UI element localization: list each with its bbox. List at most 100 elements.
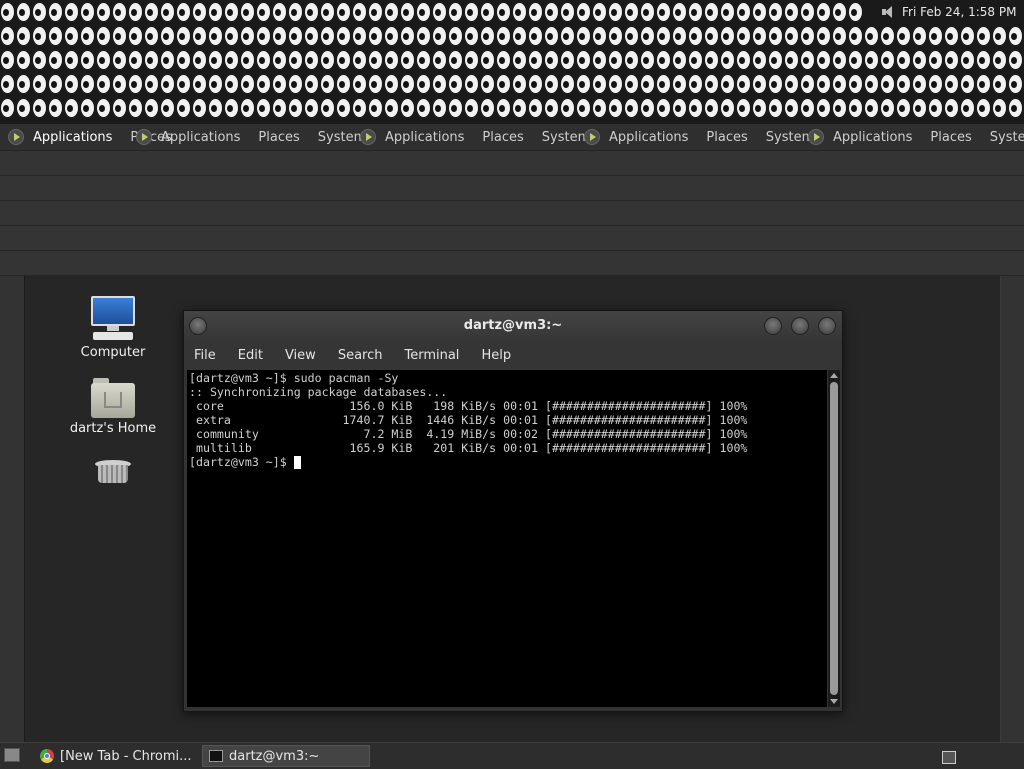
- eye-icon: [17, 51, 30, 69]
- eye-icon: [97, 3, 110, 21]
- eye-icon: [385, 27, 398, 45]
- eye-icon: [737, 3, 750, 21]
- scroll-down-arrow-icon[interactable]: [830, 699, 838, 704]
- menu-places[interactable]: Places: [258, 130, 299, 145]
- menu-applications[interactable]: Applications: [609, 130, 688, 145]
- eye-icon: [209, 75, 222, 93]
- menu-view[interactable]: View: [285, 348, 316, 363]
- close-button[interactable]: [818, 317, 836, 335]
- eye-icon: [945, 99, 958, 117]
- eye-icon: [417, 51, 430, 69]
- menubar-row: Applications Places Applications Places …: [0, 124, 1024, 151]
- menu-system[interactable]: System: [766, 130, 814, 145]
- window-menu-button[interactable]: [189, 317, 207, 335]
- scroll-up-arrow-icon[interactable]: [830, 373, 838, 378]
- eye-icon: [161, 75, 174, 93]
- eye-icon: [33, 75, 46, 93]
- eye-icon: [33, 3, 46, 21]
- eye-icon: [673, 51, 686, 69]
- eye-icon: [833, 51, 846, 69]
- eye-icon: [225, 75, 238, 93]
- eye-icon: [1009, 27, 1022, 45]
- eye-icon: [705, 3, 718, 21]
- eye-icon: [49, 51, 62, 69]
- taskbar-item-label: dartz@vm3:~: [229, 748, 320, 764]
- eye-icon: [961, 51, 974, 69]
- minimize-button[interactable]: [764, 317, 782, 335]
- scrollbar-thumb[interactable]: [830, 382, 838, 695]
- eye-icon: [689, 75, 702, 93]
- terminal-output[interactable]: [dartz@vm3 ~]$ sudo pacman -Sy :: Synchr…: [187, 370, 827, 707]
- taskbar-item-terminal[interactable]: dartz@vm3:~: [202, 745, 370, 767]
- menu-edit[interactable]: Edit: [238, 348, 263, 363]
- clock-tray: Fri Feb 24, 1:58 PM: [874, 0, 1024, 24]
- menu-places[interactable]: Places: [482, 130, 523, 145]
- left-panel-edge: [0, 276, 24, 742]
- eye-icon: [753, 99, 766, 117]
- taskbar-item-chromium[interactable]: [New Tab - Chromi...: [34, 745, 198, 767]
- menu-system[interactable]: System: [542, 130, 590, 145]
- eye-icon: [257, 3, 270, 21]
- eye-icon: [657, 51, 670, 69]
- eye-icon: [529, 3, 542, 21]
- applications-icon[interactable]: [360, 129, 376, 145]
- menu-file[interactable]: File: [194, 348, 216, 363]
- eye-icon: [737, 51, 750, 69]
- applications-icon[interactable]: [136, 129, 152, 145]
- menu-system[interactable]: System: [318, 130, 366, 145]
- menu-applications[interactable]: Applications: [161, 130, 240, 145]
- menu-search[interactable]: Search: [338, 348, 383, 363]
- menu-applications[interactable]: Applications: [833, 130, 912, 145]
- terminal-prompt-line[interactable]: [dartz@vm3 ~]$: [189, 455, 825, 469]
- eye-icon: [961, 99, 974, 117]
- eye-icon: [529, 75, 542, 93]
- eye-icon: [705, 75, 718, 93]
- applications-icon[interactable]: [808, 129, 824, 145]
- terminal-line: community 7.2 MiB 4.19 MiB/s 00:02 [####…: [189, 427, 748, 441]
- eye-icon: [529, 99, 542, 117]
- eye-icon: [913, 51, 926, 69]
- eye-icon: [577, 27, 590, 45]
- workspace-switcher-icon[interactable]: [942, 751, 956, 764]
- show-desktop-icon[interactable]: [4, 748, 20, 762]
- applications-icon[interactable]: [584, 129, 600, 145]
- menu-places[interactable]: Places: [930, 130, 971, 145]
- eye-icon: [321, 75, 334, 93]
- eye-icon: [929, 51, 942, 69]
- eye-icon: [33, 51, 46, 69]
- maximize-button[interactable]: [791, 317, 809, 335]
- eye-icon: [273, 51, 286, 69]
- menu-terminal[interactable]: Terminal: [404, 348, 459, 363]
- desktop-icon-computer[interactable]: Computer: [63, 296, 163, 360]
- terminal-icon: [209, 750, 223, 762]
- eye-icon: [417, 27, 430, 45]
- window-title: dartz@vm3:~: [463, 318, 563, 333]
- eye-icon: [433, 27, 446, 45]
- terminal-window[interactable]: dartz@vm3:~ File Edit View Search Termin…: [183, 310, 843, 712]
- desktop-icon-trash[interactable]: [63, 460, 163, 484]
- eye-icon: [1, 3, 14, 21]
- terminal-scrollbar[interactable]: [828, 370, 840, 707]
- speaker-icon[interactable]: [880, 4, 896, 20]
- menu-help[interactable]: Help: [481, 348, 511, 363]
- menu-places[interactable]: Places: [706, 130, 747, 145]
- eye-icon: [849, 27, 862, 45]
- eye-icon: [433, 99, 446, 117]
- menu-system[interactable]: System: [990, 130, 1024, 145]
- eye-icon: [1, 27, 14, 45]
- eye-icon: [401, 75, 414, 93]
- applications-icon[interactable]: [8, 129, 24, 145]
- eye-icon: [689, 51, 702, 69]
- desktop-icon-home[interactable]: dartz's Home: [63, 378, 163, 436]
- eye-icon: [849, 99, 862, 117]
- eye-icon: [817, 3, 830, 21]
- eye-icon: [353, 51, 366, 69]
- menu-applications[interactable]: Applications: [385, 130, 464, 145]
- clock[interactable]: Fri Feb 24, 1:58 PM: [902, 5, 1016, 19]
- menu-applications[interactable]: Applications: [33, 130, 112, 145]
- eye-icon: [129, 3, 142, 21]
- eye-icon: [97, 27, 110, 45]
- window-titlebar[interactable]: dartz@vm3:~: [184, 311, 842, 341]
- eye-icon: [177, 75, 190, 93]
- eye-icon: [1009, 51, 1022, 69]
